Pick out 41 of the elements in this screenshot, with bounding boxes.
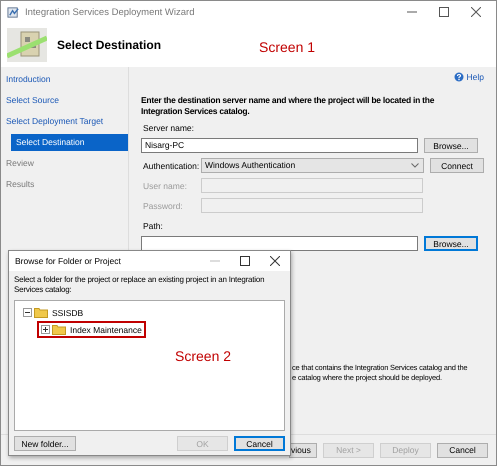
instruction-text: Enter the destination server name and where the project will be located in the Integration Services catalog. — [141, 95, 436, 117]
tree-item[interactable]: SSISDB — [52, 308, 84, 318]
window-title: Integration Services Deployment Wizard — [25, 6, 194, 18]
wizard-button[interactable]: Cancel — [437, 442, 488, 458]
field-label: User name: — [143, 180, 188, 190]
app-icon — [7, 6, 20, 18]
maximize-icon[interactable] — [240, 256, 250, 266]
browse-button[interactable]: Browse... — [424, 138, 478, 153]
expand-icon[interactable] — [41, 325, 50, 334]
close-icon[interactable] — [471, 7, 481, 17]
dialog-button[interactable]: Cancel — [234, 436, 285, 451]
folder-icon — [52, 324, 66, 335]
server-name-field[interactable]: Nisarg-PC — [141, 138, 418, 153]
annotation-label: Screen 2 — [175, 348, 232, 364]
maximize-icon[interactable] — [439, 7, 449, 17]
nav-item[interactable]: Select Deployment Target — [1, 113, 128, 130]
folder-icon — [34, 307, 48, 318]
nav-item[interactable]: Introduction — [1, 71, 128, 88]
wizard-banner-icon — [7, 28, 47, 62]
dialog-description: Select a folder for the project or replace an existing project in an Integration Services catalog: — [14, 275, 266, 295]
help-link[interactable]: Help — [466, 72, 484, 82]
field-label: Path: — [143, 221, 164, 231]
browse-button[interactable]: Browse... — [424, 236, 478, 251]
user-name-field[interactable] — [201, 178, 423, 193]
help-icon[interactable] — [454, 72, 464, 82]
connect-button[interactable]: Connect — [430, 158, 484, 173]
dialog-button[interactable]: New folder... — [14, 436, 76, 451]
nav-item[interactable]: Select Source — [1, 92, 128, 109]
page-title: Select Destination — [57, 38, 162, 52]
field-label: Password: — [143, 200, 184, 210]
dialog-title: Browse for Folder or Project — [15, 256, 121, 266]
authentication-dropdown[interactable]: Windows Authentication — [201, 158, 424, 173]
annotation-label: Screen 1 — [259, 39, 316, 55]
collapse-icon[interactable] — [23, 308, 32, 317]
chevron-icon — [411, 163, 419, 168]
field-label: Server name: — [143, 123, 196, 133]
password-field[interactable] — [201, 198, 423, 213]
previous-button[interactable]: vious — [289, 442, 317, 458]
path-field[interactable] — [141, 236, 418, 251]
close-icon[interactable] — [270, 256, 280, 266]
nav-item[interactable]: Select Destination — [11, 134, 128, 151]
